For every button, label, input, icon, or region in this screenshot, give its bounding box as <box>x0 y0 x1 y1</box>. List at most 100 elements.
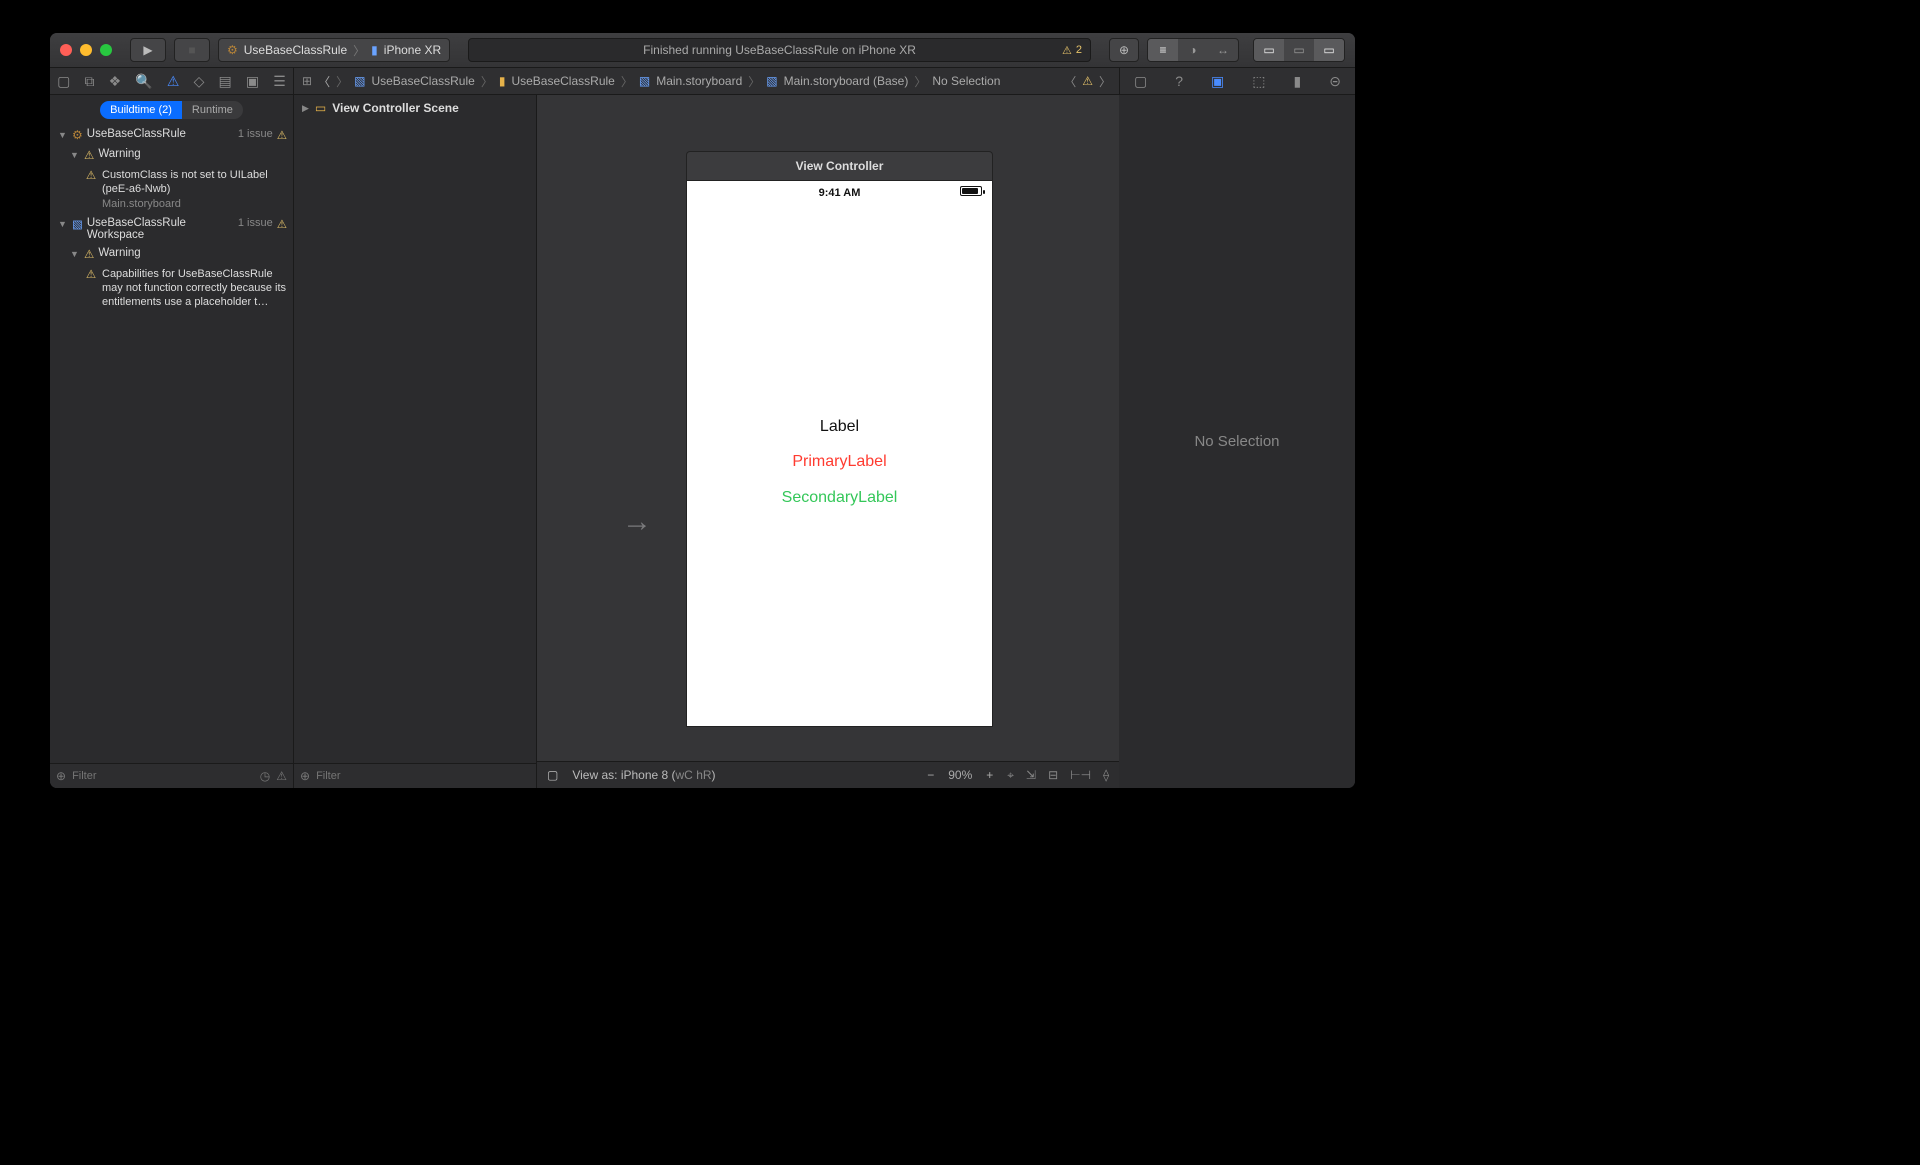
nav-back-icon[interactable]: 〈 <box>318 73 330 90</box>
filter-input[interactable] <box>316 770 530 782</box>
error-filter-icon[interactable]: ⚠︎ <box>276 769 287 783</box>
crumb-file[interactable]: Main.storyboard <box>656 74 742 88</box>
issue-item-row[interactable]: ⚠︎ Capabilities for UseBaseClassRule may… <box>50 264 293 313</box>
size-inspector-icon[interactable]: ▮ <box>1294 73 1302 90</box>
minimize-window-button[interactable] <box>80 44 92 56</box>
device-screen[interactable]: 9:41 AM Label PrimaryLabel SecondaryLabe… <box>686 180 993 727</box>
crumb-project[interactable]: UseBaseClassRule <box>371 74 474 88</box>
library-group: ⊕ <box>1109 38 1139 62</box>
xcode-window: ▶ ■ ⚙︎ UseBaseClassRule 〉 ▮ iPhone XR Fi… <box>50 33 1355 788</box>
uilabel-default[interactable]: Label <box>687 418 992 436</box>
test-nav-icon[interactable]: ◇ <box>194 73 205 90</box>
source-control-nav-icon[interactable]: ⧉ <box>84 73 94 90</box>
canvas[interactable]: → View Controller 9:41 AM Label PrimaryL… <box>537 95 1119 761</box>
warning-group-row[interactable]: ▼ ⚠︎ Warning <box>50 145 293 165</box>
issue-project-row[interactable]: ▼ ⚙︎ UseBaseClassRule 1 issue ⚠︎ <box>50 125 293 145</box>
pin-icon[interactable]: ⊢⊣ <box>1070 768 1091 783</box>
zoom-in-button[interactable]: + <box>986 768 993 782</box>
inspector-panel: No Selection <box>1119 95 1355 788</box>
jump-bar[interactable]: ⊞ 〈 〉 ▧ UseBaseClassRule 〉 ▮ UseBaseClas… <box>294 68 1119 94</box>
view-as-label[interactable]: View as: iPhone 8 (wC hR) <box>572 768 715 782</box>
disclosure-triangle-icon[interactable]: ▼ <box>70 247 80 259</box>
editor-mode-segment[interactable]: ≡ ◑ ↔ <box>1147 38 1239 62</box>
report-nav-icon[interactable]: ☰ <box>273 73 286 90</box>
resolve-icon[interactable]: ⟠ <box>1103 768 1109 783</box>
jump-next-issue-icon[interactable]: 〉 <box>1099 73 1111 90</box>
disclosure-triangle-icon[interactable]: ▼ <box>58 128 68 140</box>
scene-row[interactable]: ▶ ▭ View Controller Scene <box>294 95 536 121</box>
zoom-out-button[interactable]: − <box>927 768 934 782</box>
jump-prev-issue-icon[interactable]: 〈 <box>1064 73 1076 90</box>
activity-status: Finished running UseBaseClassRule on iPh… <box>468 38 1091 62</box>
breakpoint-nav-icon[interactable]: ▣ <box>246 73 259 90</box>
stop-button[interactable]: ■ <box>174 38 210 62</box>
attributes-inspector-icon[interactable]: ⬚ <box>1252 73 1265 90</box>
buildtime-tab[interactable]: Buildtime (2) <box>100 101 182 119</box>
uilabel-primary[interactable]: PrimaryLabel <box>687 453 992 471</box>
runtime-tab[interactable]: Runtime <box>182 101 243 119</box>
interface-builder-canvas-area: → View Controller 9:41 AM Label PrimaryL… <box>537 95 1119 788</box>
help-inspector-icon[interactable]: ? <box>1175 73 1183 89</box>
standard-editor-button[interactable]: ≡ <box>1148 39 1178 61</box>
status-warning-count: 2 <box>1076 44 1082 56</box>
filter-scope-icon[interactable]: ⊕ <box>300 769 310 783</box>
library-button[interactable]: ⊕ <box>1109 38 1139 62</box>
nav-forward-icon[interactable]: 〉 <box>336 73 348 90</box>
issue-indicator-icon[interactable]: ⚠︎ <box>1082 74 1093 88</box>
initial-vc-arrow-icon[interactable]: → <box>622 505 652 539</box>
issue-scope-tabs: Buildtime (2) Runtime <box>50 95 293 125</box>
disclosure-triangle-icon[interactable]: ▼ <box>70 148 80 160</box>
toggle-navigator-button[interactable]: ▭ <box>1254 39 1284 61</box>
connections-inspector-icon[interactable]: ⊝ <box>1329 73 1341 90</box>
file-icon: ▧ <box>766 74 777 88</box>
status-warning-badge[interactable]: ⚠︎ 2 <box>1062 44 1082 57</box>
debug-nav-icon[interactable]: ▤ <box>218 73 231 90</box>
status-text: Finished running UseBaseClassRule on iPh… <box>643 43 916 57</box>
vc-title-bar[interactable]: View Controller <box>686 151 993 180</box>
uilabel-secondary[interactable]: SecondaryLabel <box>687 489 992 507</box>
run-button[interactable]: ▶ <box>130 38 166 62</box>
document-outline: ▶ ▭ View Controller Scene ⊕ <box>294 95 537 788</box>
filter-input[interactable] <box>72 770 254 782</box>
find-nav-icon[interactable]: 🔍 <box>135 73 152 90</box>
disclosure-triangle-icon[interactable]: ▼ <box>58 217 68 229</box>
crumb-selection[interactable]: No Selection <box>932 74 1000 88</box>
issue-nav-icon[interactable]: ⚠︎ <box>167 73 180 90</box>
disclosure-triangle-icon[interactable]: ▶ <box>302 103 309 114</box>
embed-icon[interactable]: ⇲ <box>1026 768 1036 783</box>
view-controller-scene[interactable]: View Controller 9:41 AM Label PrimaryLab… <box>686 151 993 727</box>
close-window-button[interactable] <box>60 44 72 56</box>
clock-filter-icon[interactable]: ◷ <box>260 769 270 783</box>
warning-heading: Warning <box>98 247 140 259</box>
symbol-nav-icon[interactable]: ❖ <box>109 73 122 90</box>
toggle-inspector-button[interactable]: ▭ <box>1314 39 1344 61</box>
identity-inspector-icon[interactable]: ▣ <box>1211 73 1224 90</box>
related-items-icon[interactable]: ⊞ <box>302 74 312 88</box>
project-icon: ⚙︎ <box>227 43 238 57</box>
align-icon[interactable]: ⊟ <box>1048 768 1058 783</box>
fullscreen-window-button[interactable] <box>100 44 112 56</box>
folder-icon: ▮ <box>499 74 506 88</box>
file-inspector-icon[interactable]: ▢ <box>1134 73 1147 90</box>
toggle-debug-button[interactable]: ▭ <box>1284 39 1314 61</box>
toolbar: ▶ ■ ⚙︎ UseBaseClassRule 〉 ▮ iPhone XR Fi… <box>50 33 1355 68</box>
crumb-base[interactable]: Main.storyboard (Base) <box>784 74 909 88</box>
file-icon: ▧ <box>639 74 650 88</box>
canvas-footer: ▢ View as: iPhone 8 (wC hR) − 90% + ⌖ ⇲ … <box>537 761 1119 788</box>
zoom-level[interactable]: 90% <box>948 768 972 782</box>
crumb-group[interactable]: UseBaseClassRule <box>511 74 614 88</box>
filter-scope-icon[interactable]: ⊕ <box>56 769 66 783</box>
scheme-target-label: UseBaseClassRule <box>244 43 347 57</box>
warning-group-row[interactable]: ▼ ⚠︎ Warning <box>50 244 293 264</box>
project-nav-icon[interactable]: ▢ <box>57 73 70 90</box>
scheme-selector[interactable]: ⚙︎ UseBaseClassRule 〉 ▮ iPhone XR <box>218 38 450 62</box>
panel-toggle-segment[interactable]: ▭ ▭ ▭ <box>1253 38 1345 62</box>
assistant-editor-button[interactable]: ◑ <box>1178 39 1208 61</box>
toggle-outline-icon[interactable]: ▢ <box>547 768 558 782</box>
issue-item-row[interactable]: ⚠︎ CustomClass is not set to UILabel (pe… <box>50 165 293 214</box>
focus-icon[interactable]: ⌖ <box>1007 768 1014 783</box>
canvas-tool-icons: ⌖ ⇲ ⊟ ⊢⊣ ⟠ <box>1007 768 1109 783</box>
chevron-right-icon: 〉 <box>353 42 365 59</box>
version-editor-button[interactable]: ↔ <box>1208 39 1238 61</box>
issue-workspace-row[interactable]: ▼ ▧ UseBaseClassRule Workspace 1 issue ⚠… <box>50 214 293 244</box>
